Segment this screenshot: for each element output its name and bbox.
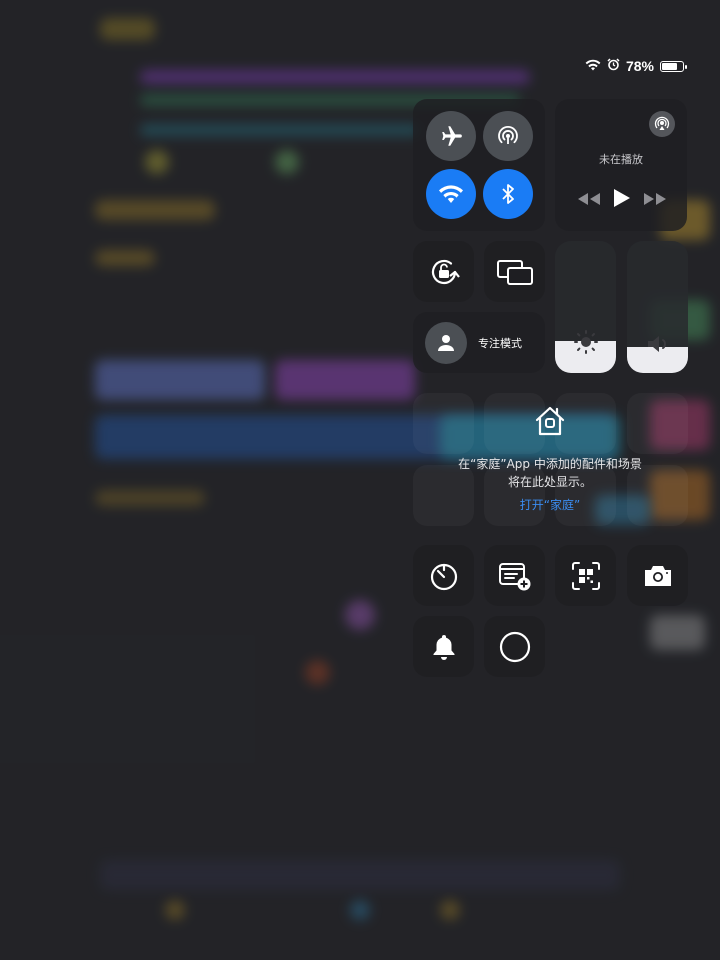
airplane-mode-toggle[interactable] xyxy=(426,111,476,161)
bell-icon xyxy=(433,634,454,660)
previous-track-button[interactable] xyxy=(577,191,601,210)
fast-forward-icon xyxy=(644,193,666,205)
home-placeholder xyxy=(627,393,688,454)
screen-mirroring-button[interactable] xyxy=(484,241,545,302)
home-icon xyxy=(533,404,567,442)
rewind-icon xyxy=(578,193,600,205)
next-track-button[interactable] xyxy=(643,191,667,210)
quick-note-button[interactable] xyxy=(484,545,545,606)
wifi-icon xyxy=(585,58,601,74)
airplay-button[interactable] xyxy=(649,111,675,137)
home-placeholder xyxy=(413,393,474,454)
brightness-slider[interactable] xyxy=(555,241,616,373)
play-icon xyxy=(614,189,630,207)
quick-note-icon xyxy=(498,562,530,590)
play-button[interactable] xyxy=(613,188,631,212)
status-bar: 78% xyxy=(585,58,687,74)
focus-mode-button[interactable]: 专注模式 xyxy=(413,312,545,373)
person-icon xyxy=(425,322,467,364)
alarm-icon xyxy=(607,58,620,74)
camera-button[interactable] xyxy=(627,545,688,606)
silent-mode-button[interactable] xyxy=(413,616,474,677)
timer-button[interactable] xyxy=(413,545,474,606)
airplay-icon xyxy=(654,116,670,130)
wifi-toggle[interactable] xyxy=(426,169,476,219)
rotation-lock-icon xyxy=(431,259,460,284)
bluetooth-toggle[interactable] xyxy=(483,169,533,219)
code-scanner-button[interactable] xyxy=(555,545,616,606)
orientation-lock-toggle[interactable] xyxy=(413,241,474,302)
now-playing-title: 未在播放 xyxy=(599,153,643,166)
airdrop-icon xyxy=(498,126,518,144)
cellular-hotspot-toggle[interactable] xyxy=(483,111,533,161)
home-empty-message-line1: 在“家庭”App 中添加的配件和场景 xyxy=(458,457,642,471)
record-icon xyxy=(499,631,530,662)
connectivity-module xyxy=(413,99,545,231)
screen-mirroring-icon xyxy=(496,259,533,285)
camera-icon xyxy=(644,565,671,586)
sun-icon xyxy=(555,329,616,355)
focus-mode-label: 专注模式 xyxy=(478,337,522,350)
timer-icon xyxy=(430,563,457,590)
home-empty-message-line2: 将在此处显示。 xyxy=(507,475,592,489)
now-playing-module[interactable]: 未在播放 xyxy=(555,99,687,231)
battery-percent: 78% xyxy=(625,58,654,74)
volume-slider[interactable] xyxy=(627,241,688,373)
speaker-icon xyxy=(627,333,688,355)
qr-scanner-icon xyxy=(571,561,600,590)
screen-recording-button[interactable] xyxy=(484,616,545,677)
airplane-icon xyxy=(442,126,462,146)
battery-icon xyxy=(660,60,687,72)
wifi-icon xyxy=(438,185,464,203)
bluetooth-icon xyxy=(502,184,514,204)
open-home-link[interactable]: 打开“家庭” xyxy=(413,497,687,514)
